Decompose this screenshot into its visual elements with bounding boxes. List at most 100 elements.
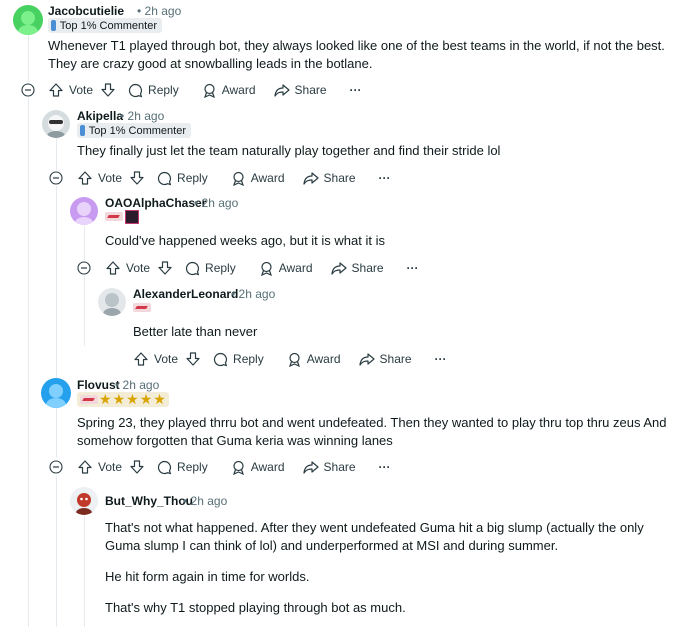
comment-body: Could've happened weeks ago, but it is w… — [105, 232, 675, 250]
downvote-button[interactable] — [157, 260, 173, 276]
vote-count: Vote — [98, 171, 123, 185]
downvote-button[interactable] — [129, 170, 145, 186]
star-icon: ★ — [139, 391, 153, 407]
comment-timestamp[interactable]: • 2h ago — [231, 287, 275, 301]
comment-timestamp[interactable]: • 2h ago — [115, 378, 159, 392]
thread-line — [56, 186, 57, 386]
reply-label: Reply — [177, 171, 208, 185]
reply-icon — [128, 83, 143, 97]
downvote-button[interactable] — [185, 351, 201, 367]
thread-line — [28, 34, 29, 82]
share-button[interactable]: Share — [302, 460, 356, 475]
user-flair: ★ ★ ★ ★ ★ — [77, 392, 169, 407]
share-icon — [330, 261, 347, 275]
team-flag-icon — [105, 212, 123, 221]
award-icon — [232, 171, 244, 186]
top-commenter-flair: Top 1% Commenter — [48, 18, 162, 33]
comment-author[interactable]: Jacobcutielie — [48, 4, 124, 18]
avatar[interactable] — [70, 487, 98, 515]
more-options-button[interactable]: ··· — [407, 261, 419, 275]
reply-label: Reply — [148, 83, 179, 97]
upvote-icon — [78, 460, 92, 474]
vote-count: Vote — [154, 352, 179, 366]
share-button[interactable]: Share — [302, 171, 356, 186]
upvote-button[interactable] — [105, 260, 121, 276]
reply-button[interactable]: Reply — [213, 352, 264, 367]
comment-author[interactable]: AlexanderLeonard — [133, 287, 238, 301]
reply-icon — [157, 171, 172, 185]
share-icon — [302, 171, 319, 185]
collapse-thread-button[interactable] — [77, 261, 91, 275]
thread-line — [84, 226, 85, 260]
comment-timestamp[interactable]: • 2h ago — [194, 196, 238, 210]
award-button[interactable]: Award — [202, 83, 256, 98]
thread-line — [56, 476, 57, 627]
collapse-thread-button[interactable] — [49, 171, 63, 185]
flair-label: Top 1% Commenter — [59, 19, 157, 32]
reply-button[interactable]: Reply — [128, 83, 179, 98]
award-button[interactable]: Award — [231, 460, 285, 475]
avatar[interactable] — [98, 288, 126, 316]
downvote-button[interactable] — [100, 82, 116, 98]
comment-author[interactable]: Akipella — [77, 109, 123, 123]
vote-count: Vote — [69, 83, 94, 97]
team-flag-icon — [80, 395, 98, 404]
downvote-button[interactable] — [129, 459, 145, 475]
comment-timestamp[interactable]: • 2h ago — [183, 494, 227, 508]
comment-actions: Vote Reply Award Share ··· — [77, 457, 391, 477]
flair-label: Top 1% Commenter — [88, 124, 186, 137]
thread-line — [84, 516, 85, 627]
share-button[interactable]: Share — [330, 261, 384, 276]
comment-body: Spring 23, they played thrru bot and wen… — [77, 414, 689, 450]
award-label: Award — [250, 171, 285, 185]
team-flag-icon — [133, 303, 151, 312]
avatar[interactable] — [70, 197, 98, 225]
collapse-thread-button[interactable] — [49, 460, 63, 474]
share-button[interactable]: Share — [273, 83, 327, 98]
avatar[interactable] — [42, 110, 70, 138]
comment-paragraph: That's why T1 stopped playing through bo… — [105, 599, 690, 617]
more-options-button[interactable]: ··· — [435, 352, 447, 366]
share-label: Share — [379, 352, 412, 366]
award-icon — [232, 460, 244, 475]
upvote-button[interactable] — [48, 82, 64, 98]
award-icon — [203, 83, 215, 98]
upvote-button[interactable] — [133, 351, 149, 367]
award-button[interactable]: Award — [287, 352, 341, 367]
reply-button[interactable]: Reply — [157, 171, 208, 186]
thread-line — [84, 276, 85, 346]
vote-count: Vote — [126, 261, 151, 275]
star-icon: ★ — [153, 391, 166, 407]
comment-author[interactable]: Flovust — [77, 378, 120, 392]
reply-button[interactable]: Reply — [157, 460, 208, 475]
more-options-button[interactable]: ··· — [379, 460, 391, 474]
collapse-thread-button[interactable] — [21, 83, 35, 97]
comment-actions: Vote Reply Award Share ··· — [133, 349, 447, 369]
share-button[interactable]: Share — [358, 352, 412, 367]
comment-author[interactable]: But_Why_Thou — [105, 494, 193, 508]
avatar[interactable] — [41, 378, 71, 408]
avatar[interactable] — [13, 5, 43, 35]
more-options-button[interactable]: ··· — [350, 83, 362, 97]
downvote-icon — [186, 352, 200, 366]
more-options-button[interactable]: ··· — [379, 171, 391, 185]
comment-author[interactable]: OAOAlphaChaser — [105, 196, 206, 210]
reply-icon — [157, 460, 172, 474]
comment-text-line: Whenever T1 played through bot, they alw… — [48, 38, 665, 53]
reply-label: Reply — [177, 460, 208, 474]
upvote-button[interactable] — [77, 459, 93, 475]
award-button[interactable]: Award — [259, 261, 313, 276]
award-label: Award — [221, 83, 256, 97]
downvote-icon — [130, 460, 144, 474]
comment-timestamp[interactable]: • 2h ago — [137, 4, 181, 18]
star-icon: ★ — [99, 391, 112, 407]
upvote-button[interactable] — [77, 170, 93, 186]
flair-image-icon — [125, 209, 139, 224]
comment-body: That's not what happened. After they wen… — [105, 519, 690, 617]
comment-timestamp[interactable]: • 2h ago — [120, 109, 164, 123]
comment-paragraph: He hit form again in time for worlds. — [105, 568, 690, 586]
award-button[interactable]: Award — [231, 171, 285, 186]
reply-button[interactable]: Reply — [185, 261, 236, 276]
upvote-icon — [134, 352, 148, 366]
reply-label: Reply — [233, 352, 264, 366]
